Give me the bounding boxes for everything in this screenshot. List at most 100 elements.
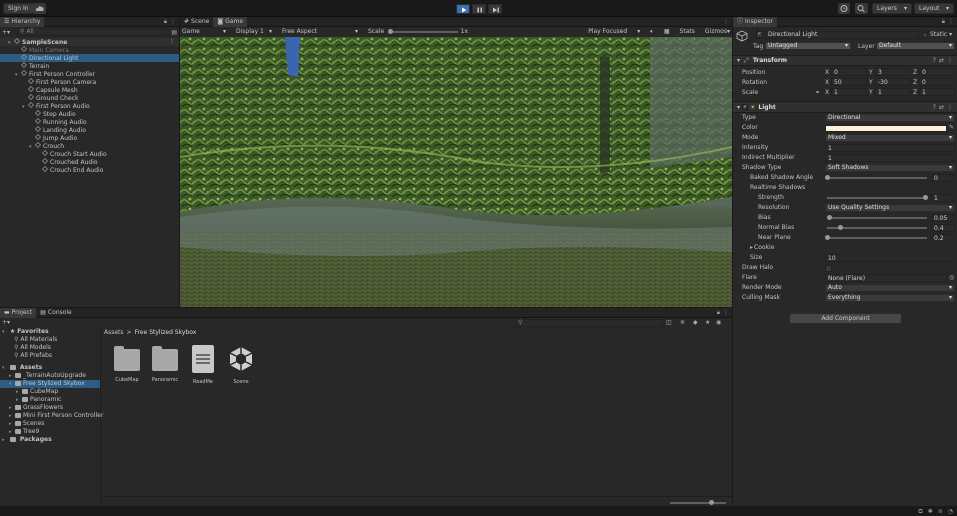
culling-dropdown[interactable]: Everything ▾ bbox=[825, 294, 955, 302]
near-plane-slider[interactable] bbox=[825, 234, 929, 242]
rotation-y-field[interactable]: -30 bbox=[875, 78, 911, 86]
hierarchy-item[interactable]: Crouched Audio bbox=[0, 158, 179, 166]
play-button[interactable] bbox=[456, 4, 470, 14]
slider-knob[interactable] bbox=[825, 235, 830, 240]
more-menu-icon[interactable]: ⋮ bbox=[947, 57, 953, 64]
scale-z-field[interactable]: 1 bbox=[919, 88, 955, 96]
asset-item[interactable]: Panoramic bbox=[146, 345, 184, 385]
near-plane-field[interactable]: 0.2 bbox=[931, 234, 955, 242]
scale-slider[interactable]: Scale 1x bbox=[368, 28, 468, 35]
gizmos-dropdown[interactable]: Gizmos ▾ bbox=[705, 28, 730, 35]
hierarchy-search[interactable]: ⚲ All bbox=[17, 28, 169, 36]
slider-knob[interactable] bbox=[923, 195, 928, 200]
asset-item[interactable]: CubeMap bbox=[108, 345, 146, 385]
hierarchy-item[interactable]: Crouch Start Audio bbox=[0, 150, 179, 158]
hierarchy-item[interactable]: Jump Audio bbox=[0, 134, 179, 142]
rotation-x-field[interactable]: 50 bbox=[831, 78, 867, 86]
tab-scene[interactable]: # Scene bbox=[180, 17, 213, 27]
position-y-field[interactable]: 3 bbox=[875, 68, 911, 76]
help-icon[interactable]: ? bbox=[933, 104, 936, 111]
layers-icon[interactable]: ≋ bbox=[938, 508, 943, 515]
play-focused-dropdown[interactable]: Play Focused ▾ bbox=[588, 28, 640, 35]
more-menu-icon[interactable]: ⋮ bbox=[723, 18, 729, 25]
hierarchy-item[interactable]: ▾ Crouch bbox=[0, 142, 179, 150]
mute-audio-icon[interactable]: 🔈︎ bbox=[650, 28, 654, 36]
preset-icon[interactable]: ⇄ bbox=[939, 57, 944, 64]
transform-header[interactable]: ▾ ⤢ Transform ? ⇄ ⋮ bbox=[733, 55, 957, 66]
light-enabled-checkbox[interactable]: ✓ bbox=[742, 104, 749, 110]
more-menu-icon[interactable]: ⋮ bbox=[170, 18, 176, 25]
strength-slider[interactable] bbox=[825, 194, 929, 202]
preset-icon[interactable]: ⇄ bbox=[939, 104, 944, 111]
mode-dropdown[interactable]: Mixed ▾ bbox=[825, 134, 955, 142]
tab-game[interactable]: ◙ Game bbox=[213, 16, 248, 27]
project-tree-item[interactable]: ▸ Scenes bbox=[0, 420, 100, 428]
project-tree-item[interactable]: ▸ GrassFlowers bbox=[0, 404, 100, 412]
add-component-button[interactable]: Add Component bbox=[789, 313, 902, 324]
hierarchy-item[interactable]: Landing Audio bbox=[0, 126, 179, 134]
intensity-field[interactable]: 1 bbox=[825, 144, 955, 152]
hierarchy-item[interactable]: Capsule Mesh bbox=[0, 86, 179, 94]
assets-root-item[interactable]: ▾ Assets bbox=[0, 364, 100, 372]
search-by-type-icon[interactable]: ◫ bbox=[666, 319, 672, 326]
strength-field[interactable]: 1 bbox=[931, 194, 955, 202]
scale-track[interactable] bbox=[388, 28, 459, 35]
more-menu-icon[interactable]: ⋮ bbox=[948, 18, 954, 25]
game-render-view[interactable] bbox=[180, 37, 732, 307]
step-button[interactable] bbox=[488, 4, 502, 14]
scale-knob[interactable] bbox=[388, 29, 394, 34]
tag-dropdown[interactable]: Untagged ▾ bbox=[765, 42, 851, 50]
project-search[interactable]: ⚲ bbox=[515, 319, 663, 327]
tab-inspector[interactable]: ⓘ Inspector bbox=[733, 16, 778, 27]
hierarchy-item[interactable]: Directional Light bbox=[0, 54, 179, 62]
display-dropdown[interactable]: Display 1 ▾ bbox=[236, 28, 272, 35]
project-tree-item[interactable]: ▸ Mini First Person Controller bbox=[0, 412, 103, 420]
project-tree-item[interactable]: ▸ _TerrainAutoUpgrade bbox=[0, 372, 100, 380]
project-tree-item[interactable]: ▸ Tree9 bbox=[0, 428, 100, 436]
sign-in-button[interactable]: Sign In bbox=[3, 3, 34, 14]
object-picker-icon[interactable]: ◎ bbox=[949, 274, 954, 281]
favorites-item[interactable]: ▾ ★ Favorites bbox=[0, 328, 100, 336]
hidden-packages-icon[interactable]: ◉ bbox=[716, 319, 721, 326]
lock-icon[interactable]: 🔒︎ bbox=[164, 18, 167, 26]
tab-console[interactable]: ▤ Console bbox=[36, 308, 76, 318]
baked-angle-field[interactable]: 0 bbox=[931, 174, 955, 182]
hierarchy-item[interactable]: Crouch End Audio bbox=[0, 166, 179, 174]
shadow-type-dropdown[interactable]: Soft Shadows ▾ bbox=[825, 164, 955, 172]
layers-dropdown[interactable]: Layers ▾ bbox=[872, 3, 912, 14]
favorite-star-icon[interactable]: ★ bbox=[705, 319, 710, 326]
scale-y-field[interactable]: 1 bbox=[875, 88, 911, 96]
help-icon[interactable]: ? bbox=[933, 57, 936, 64]
favorite-item[interactable]: ⚲ All Models bbox=[0, 344, 100, 352]
scale-x-field[interactable]: 1 bbox=[831, 88, 867, 96]
favorite-item[interactable]: ⚲ All Materials bbox=[0, 336, 100, 344]
type-dropdown[interactable]: Directional ▾ bbox=[825, 114, 955, 122]
indirect-field[interactable]: 1 bbox=[825, 154, 955, 162]
layout-dropdown[interactable]: Layout ▾ bbox=[914, 3, 954, 14]
object-name-field[interactable]: Directional Light bbox=[765, 31, 919, 39]
slider-knob[interactable] bbox=[838, 225, 843, 230]
baked-angle-slider[interactable] bbox=[825, 174, 929, 182]
progress-icon[interactable]: ◔ bbox=[948, 508, 953, 515]
lock-icon[interactable]: 🔒︎ bbox=[942, 18, 945, 26]
hierarchy-item[interactable]: ▾ First Person Controller bbox=[0, 70, 179, 78]
tag-icon[interactable]: ◆ bbox=[693, 319, 698, 326]
cloud-button[interactable] bbox=[33, 3, 46, 14]
more-menu-icon[interactable]: ⋮ bbox=[723, 309, 729, 316]
project-tree-item[interactable]: ▸ CubeMap bbox=[0, 388, 100, 396]
size-field[interactable]: 10 bbox=[825, 254, 955, 262]
search-button[interactable] bbox=[855, 3, 868, 14]
project-tree-item[interactable]: ▸ Panoramic bbox=[0, 396, 100, 404]
slider-knob[interactable] bbox=[827, 215, 832, 220]
favorite-item[interactable]: ⚲ All Prefabs bbox=[0, 352, 100, 360]
bias-slider[interactable] bbox=[825, 214, 929, 222]
tab-hierarchy[interactable]: ☰ Hierarchy bbox=[0, 16, 45, 27]
flare-object-field[interactable]: None (Flare) bbox=[825, 274, 947, 282]
zoom-knob[interactable] bbox=[709, 500, 714, 505]
normal-bias-field[interactable]: 0.4 bbox=[931, 224, 955, 232]
render-mode-dropdown[interactable]: Auto ▾ bbox=[825, 284, 955, 292]
more-menu-icon[interactable]: ⋮ bbox=[169, 38, 175, 46]
color-swatch[interactable] bbox=[825, 125, 947, 132]
asset-item[interactable]: ReadMe bbox=[184, 345, 222, 385]
stats-button[interactable]: Stats bbox=[680, 28, 695, 35]
